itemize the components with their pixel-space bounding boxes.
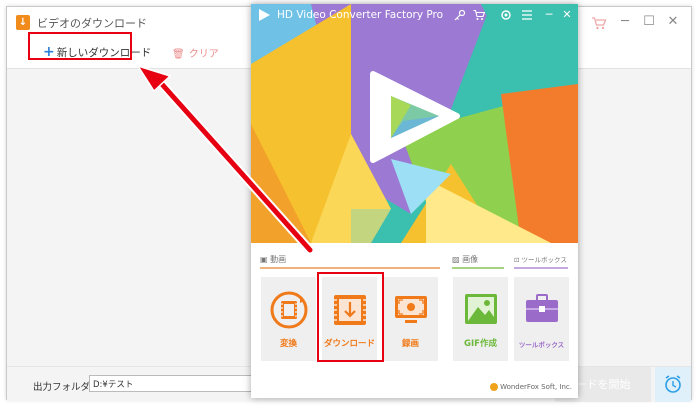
cart-icon[interactable] <box>591 16 607 30</box>
toolbox-small-icon: ⊡ <box>514 256 522 264</box>
close-icon[interactable]: ✕ <box>561 9 573 21</box>
maximize-icon[interactable]: ☐ <box>641 14 657 30</box>
gif-tile[interactable]: GIF作成 <box>453 277 508 361</box>
settings-icon[interactable] <box>500 9 512 21</box>
converter-title: HD Video Converter Factory Pro <box>277 9 444 21</box>
clear-button[interactable]: 🗑 クリア <box>172 45 219 60</box>
film-small-icon: ▣ <box>260 255 271 264</box>
toolbox-label: ツールボックス <box>518 341 565 349</box>
record-label: 録画 <box>401 339 419 349</box>
section-label-video: ▣ 動画 <box>260 255 287 264</box>
download-app-icon: ↓ <box>16 15 30 30</box>
gif-image-icon <box>464 294 497 324</box>
image-small-icon: ▨ <box>452 255 463 264</box>
brand-footer: WonderFox Soft, Inc. <box>490 383 572 391</box>
record-tile[interactable]: 録画 <box>383 277 438 361</box>
converter-logo-icon <box>259 9 270 21</box>
convert-tile[interactable]: 変換 <box>261 277 316 361</box>
section-divider-image <box>452 267 504 269</box>
output-folder-input[interactable] <box>89 375 257 392</box>
converter-window: HD Video Converter Factory Pro ─ ✕ ▣ 動画 … <box>251 4 578 398</box>
screen-record-icon <box>394 296 427 323</box>
section-label-toolbox: ⊡ ツールボックス <box>514 256 567 264</box>
highlight-new-download <box>28 32 132 60</box>
section-label-image: ▨ 画像 <box>452 255 479 264</box>
minimize-icon[interactable]: ─ <box>543 9 555 21</box>
downloader-title: ビデオのダウンロード <box>37 17 147 30</box>
wonderfox-logo-icon <box>490 383 499 391</box>
converter-header-artwork <box>251 4 578 243</box>
screenshot-stage: ↓ ビデオのダウンロード ─ ☐ ✕ + 新しいダウンロード 🗑 クリア 出力フォル… <box>0 0 700 407</box>
toolbox-icon <box>525 294 558 322</box>
convert-label: 変換 <box>279 339 297 349</box>
alarm-clock-icon <box>665 375 681 393</box>
trash-icon: 🗑 <box>172 49 185 60</box>
highlight-download-tile <box>317 272 384 362</box>
cart-icon[interactable] <box>473 9 485 21</box>
alarm-button[interactable] <box>655 367 691 402</box>
section-divider-toolbox <box>514 267 568 269</box>
section-divider-video <box>260 267 440 269</box>
clear-label: クリア <box>188 49 219 60</box>
minimize-icon[interactable]: ─ <box>617 14 633 30</box>
key-icon[interactable] <box>454 9 466 21</box>
gif-label: GIF作成 <box>464 339 497 349</box>
convert-film-icon <box>270 291 307 329</box>
converter-titlebar: HD Video Converter Factory Pro ─ ✕ <box>251 4 578 26</box>
toolbox-tile[interactable]: ツールボックス <box>514 277 569 361</box>
close-icon[interactable]: ✕ <box>665 14 681 30</box>
menu-list-icon[interactable] <box>521 9 533 21</box>
